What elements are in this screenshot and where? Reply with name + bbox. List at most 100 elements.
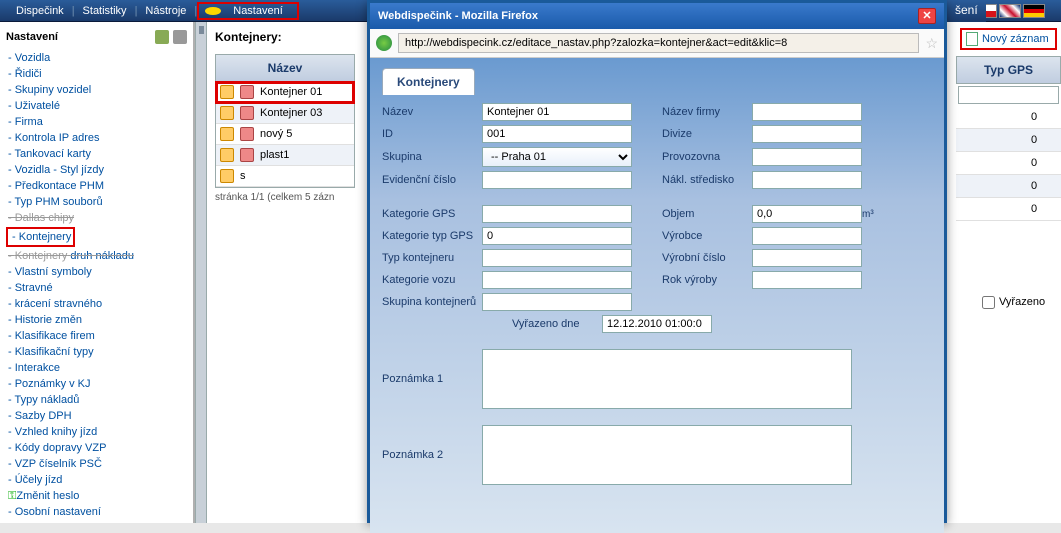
tab-kontejnery[interactable]: Kontejnery xyxy=(382,68,475,95)
grid-row[interactable]: nový 5 xyxy=(216,124,354,145)
refresh-icon[interactable] xyxy=(173,30,187,44)
textarea-pozn2[interactable] xyxy=(482,425,852,485)
sidebar-item[interactable]: - Firma xyxy=(6,114,187,130)
label-vyrdne: Vyřazeno dne xyxy=(512,318,602,330)
sidebar-item[interactable]: - Stravné xyxy=(6,280,187,296)
splitter-handle[interactable] xyxy=(195,22,207,523)
label-pozn2: Poznámka 2 xyxy=(382,449,482,461)
edit-icon[interactable] xyxy=(220,106,234,120)
url-input[interactable] xyxy=(398,33,919,53)
sidebar-item[interactable]: - Kódy dopravy VZP xyxy=(6,440,187,456)
flag-de-icon[interactable] xyxy=(1023,4,1045,18)
bookmark-star-icon[interactable]: ☆ xyxy=(925,35,938,52)
label-divize: Divize xyxy=(662,128,752,140)
sidebar-item[interactable]: - krácení stravného xyxy=(6,296,187,312)
sidebar-item[interactable]: - Účely jízd xyxy=(6,472,187,488)
label-firma: Název firmy xyxy=(662,106,752,118)
sidebar-item[interactable]: - Vozidla - Styl jízdy xyxy=(6,162,187,178)
input-katgps[interactable] xyxy=(482,205,632,223)
grid-row[interactable]: s xyxy=(216,166,354,187)
menu-dispecink[interactable]: Dispečink xyxy=(8,3,72,19)
input-evid[interactable] xyxy=(482,171,632,189)
input-objem[interactable] xyxy=(752,205,862,223)
sidebar-item[interactable]: - Vlastní symboly xyxy=(6,264,187,280)
input-stredisko[interactable] xyxy=(752,171,862,189)
new-record-link[interactable]: Nový záznam xyxy=(960,28,1057,50)
edit-icon[interactable] xyxy=(220,85,234,99)
sidebar-item[interactable]: - Klasifikační typy xyxy=(6,344,187,360)
delete-icon[interactable] xyxy=(240,127,254,141)
sidebar-title: Nastavení xyxy=(6,30,187,44)
input-provoz[interactable] xyxy=(752,148,862,166)
right-column: Nový záznam Typ GPS 0 0 0 0 0 xyxy=(956,22,1061,523)
input-id[interactable] xyxy=(482,125,632,143)
sidebar-item[interactable]: - Typ PHM souborů xyxy=(6,194,187,210)
input-rok[interactable] xyxy=(752,271,862,289)
menu-statistiky[interactable]: Statistiky xyxy=(75,3,135,19)
delete-icon[interactable] xyxy=(240,148,254,162)
input-typkont[interactable] xyxy=(482,249,632,267)
grid-row[interactable]: plast1 xyxy=(216,145,354,166)
menu-fragment: šení xyxy=(947,0,986,22)
sidebar-item[interactable]: - Dallas chipy xyxy=(6,210,187,226)
sidebar-item[interactable]: - Vozidla xyxy=(6,50,187,66)
input-kattyp[interactable] xyxy=(482,227,632,245)
sidebar-item[interactable]: - Interakce xyxy=(6,360,187,376)
select-skupina[interactable]: -- Praha 01 xyxy=(482,147,632,167)
popup-titlebar[interactable]: Webdispečink - Mozilla Firefox ✕ xyxy=(370,3,944,29)
delete-icon[interactable] xyxy=(240,106,254,120)
menu-nastaveni[interactable]: Nastavení xyxy=(197,2,299,20)
gps-cell: 0 xyxy=(956,129,1061,152)
input-firma[interactable] xyxy=(752,103,862,121)
sidebar-item[interactable]: - Klasifikace firem xyxy=(6,328,187,344)
edit-popup: Webdispečink - Mozilla Firefox ✕ ☆ Konte… xyxy=(367,0,947,523)
label-katvoz: Kategorie vozu xyxy=(382,274,482,286)
edit-icon[interactable] xyxy=(220,127,234,141)
sidebar-item-kontejnery-dup[interactable]: - Kontejnery druh nákladu xyxy=(6,248,187,264)
sidebar-item[interactable]: - Poznámky v KJ xyxy=(6,376,187,392)
sidebar-item[interactable]: - Kontrola IP adres xyxy=(6,130,187,146)
gps-header[interactable]: Typ GPS xyxy=(956,56,1061,84)
sidebar-item[interactable]: - Sazby DPH xyxy=(6,408,187,424)
input-vyrdne[interactable] xyxy=(602,315,712,333)
input-skupkont[interactable] xyxy=(482,293,632,311)
sidebar-item[interactable]: - Skupiny vozidel xyxy=(6,82,187,98)
grid-row[interactable]: Kontejner 01 xyxy=(216,82,354,103)
input-nazev[interactable] xyxy=(482,103,632,121)
sidebar-item[interactable]: - Osobní nastavení xyxy=(6,504,187,520)
label-pozn1: Poznámka 1 xyxy=(382,373,482,385)
sidebar-item[interactable]: - Řidiči xyxy=(6,66,187,82)
checkbox-vyrazeno[interactable] xyxy=(982,296,995,309)
sidebar-item[interactable]: - VZP číselník PSČ xyxy=(6,456,187,472)
label-skupkont: Skupina kontejnerů xyxy=(382,296,482,308)
input-vyrcislo[interactable] xyxy=(752,249,862,267)
sidebar-item[interactable]: - Tankovací karty xyxy=(6,146,187,162)
gps-cell: 0 xyxy=(956,198,1061,221)
label-provoz: Provozovna xyxy=(662,151,752,163)
sidebar-item[interactable]: - Historie změn xyxy=(6,312,187,328)
edit-icon[interactable] xyxy=(220,148,234,162)
label-stredisko: Nákl. středisko xyxy=(662,174,752,186)
input-divize[interactable] xyxy=(752,125,862,143)
sidebar-item[interactable]: - Uživatelé xyxy=(6,98,187,114)
textarea-pozn1[interactable] xyxy=(482,349,852,409)
label-nazev: Název xyxy=(382,106,482,118)
menu-nastroje[interactable]: Nástroje xyxy=(137,3,194,19)
delete-icon[interactable] xyxy=(240,85,254,99)
add-icon[interactable] xyxy=(155,30,169,44)
gps-filter-input[interactable] xyxy=(958,86,1059,104)
flag-uk-icon[interactable] xyxy=(999,4,1021,18)
sidebar-item[interactable]: - Vzhled knihy jízd xyxy=(6,424,187,440)
label-vyrazeno: Vyřazeno xyxy=(999,296,1045,308)
gps-cell: 0 xyxy=(956,175,1061,198)
sidebar-item[interactable]: - Typy nákladů xyxy=(6,392,187,408)
input-katvoz[interactable] xyxy=(482,271,632,289)
edit-icon[interactable] xyxy=(220,169,234,183)
sidebar-item[interactable]: - Předkontace PHM xyxy=(6,178,187,194)
input-vyrobce[interactable] xyxy=(752,227,862,245)
grid-row[interactable]: Kontejner 03 xyxy=(216,103,354,124)
close-icon[interactable]: ✕ xyxy=(918,8,936,24)
grid-header-nazev[interactable]: Název xyxy=(216,55,354,82)
sidebar-item-kontejnery[interactable]: - Kontejnery xyxy=(10,229,71,245)
sidebar-change-password[interactable]: ⚿Změnit heslo xyxy=(6,488,187,504)
